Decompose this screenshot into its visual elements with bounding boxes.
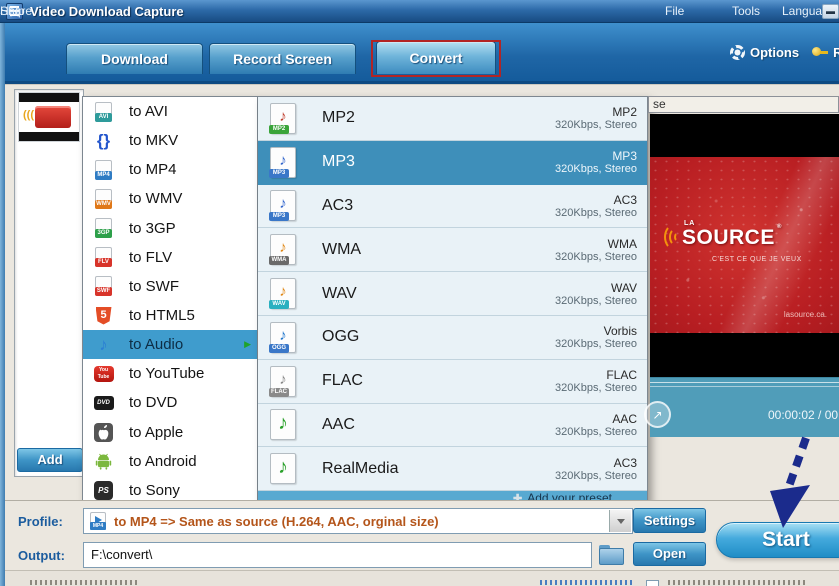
- settings-button[interactable]: Settings: [633, 508, 706, 533]
- format-menu-item-to-3gp[interactable]: 3GP to 3GP: [83, 214, 257, 243]
- bottom-panel: Profile: to MP4 => Same as source (H.264…: [5, 500, 839, 570]
- profile-value: to MP4 => Same as source (H.264, AAC, or…: [114, 514, 439, 529]
- preview-header: se: [648, 96, 839, 113]
- menu-file[interactable]: File: [665, 0, 684, 22]
- clipped-checkbox[interactable]: [646, 580, 659, 586]
- flac-file-icon: ♪ FLAC: [270, 366, 296, 397]
- format-menu-item-to-youtube[interactable]: YouTube to YouTube: [83, 359, 257, 388]
- video-preview[interactable]: LASOURCE® C'EST CE QUE JE VEUX lasource.…: [650, 114, 839, 377]
- options-button[interactable]: Options: [750, 45, 799, 60]
- video-frame: LASOURCE® C'EST CE QUE JE VEUX lasource.…: [650, 157, 839, 333]
- signal-arcs-icon: (((: [23, 109, 35, 125]
- format-menu-item-to-apple[interactable]: to Apple: [83, 418, 257, 447]
- preset-item-mp3[interactable]: ♪ MP3 MP3 MP3 320Kbps, Stereo: [258, 141, 647, 185]
- submenu-arrow-icon: ▶: [244, 339, 251, 350]
- format-menu-item-to-mkv[interactable]: {} to MKV: [83, 126, 257, 155]
- open-button[interactable]: Open: [633, 542, 706, 566]
- format-menu-item-to-swf[interactable]: SWF to SWF: [83, 272, 257, 301]
- preset-item-realmedia[interactable]: ♪ RealMedia AC3 320Kbps, Stereo: [258, 447, 647, 491]
- ac3-file-icon: ♪ MP3: [270, 190, 296, 221]
- source-arcs-icon: [664, 220, 680, 254]
- 3gp-file-icon: 3GP: [93, 218, 114, 239]
- preset-item-wav[interactable]: ♪ WAV WAV WAV 320Kbps, Stereo: [258, 272, 647, 316]
- wav-file-icon: ♪ WAV: [270, 278, 296, 309]
- format-menu: AVI to AVI {} to MKV MP4 to MP4 WMV to W…: [82, 96, 258, 506]
- playback-timestamp: 00:00:02 / 00:0: [768, 408, 839, 422]
- swf-file-icon: SWF: [93, 276, 114, 297]
- clipped-link-text: [540, 580, 635, 585]
- android-icon: [93, 451, 114, 472]
- audio-preset-menu: ♪ MP2 MP2 MP2 320Kbps, Stereo ♪ MP3 MP3 …: [258, 96, 648, 506]
- chevron-down-icon[interactable]: [609, 510, 631, 532]
- brand-slogan: C'EST CE QUE JE VEUX: [712, 256, 802, 263]
- format-menu-item-to-dvd[interactable]: DVD to DVD: [83, 388, 257, 417]
- folder-browse-icon[interactable]: [599, 545, 623, 564]
- mkv-braces-icon: {}: [93, 130, 114, 151]
- app-title: Video Download Capture: [30, 0, 184, 23]
- apple-icon: [93, 422, 114, 443]
- format-menu-item-to-mp4[interactable]: MP4 to MP4: [83, 155, 257, 184]
- avi-file-icon: AVI: [93, 101, 114, 122]
- start-button[interactable]: Start: [716, 522, 839, 558]
- wma-file-icon: ♪ WMA: [270, 234, 296, 265]
- preset-item-ogg[interactable]: ♪ OGG OGG Vorbis 320Kbps, Stereo: [258, 316, 647, 360]
- preset-item-wma[interactable]: ♪ WMA WMA WMA 320Kbps, Stereo: [258, 228, 647, 272]
- format-menu-item-to-android[interactable]: to Android: [83, 447, 257, 476]
- format-menu-item-to-avi[interactable]: AVI to AVI: [83, 97, 257, 126]
- html5-shield-icon: 5: [93, 305, 114, 326]
- register-button-partial[interactable]: R: [833, 45, 839, 60]
- menu-tools[interactable]: Tools: [732, 0, 760, 22]
- gear-icon: [730, 45, 745, 60]
- tab-record-screen[interactable]: Record Screen: [209, 43, 356, 74]
- dvd-icon: DVD: [93, 392, 114, 413]
- format-menu-item-to-flv[interactable]: FLV to FLV: [83, 243, 257, 272]
- tab-convert[interactable]: Convert: [376, 41, 496, 74]
- format-menu-item-to-wmv[interactable]: WMV to WMV: [83, 184, 257, 213]
- preset-item-flac[interactable]: ♪ FLAC FLAC FLAC 320Kbps, Stereo: [258, 360, 647, 404]
- flv-file-icon: FLV: [93, 247, 114, 268]
- ogg-file-icon: ♪ OGG: [270, 322, 296, 353]
- profile-label: Profile:: [18, 514, 78, 529]
- clipped-status-text: [30, 580, 140, 585]
- camera-image: [35, 106, 71, 128]
- preset-item-aac[interactable]: ♪ AAC AAC 320Kbps, Stereo: [258, 404, 647, 448]
- realmedia-file-icon: ♪: [270, 453, 296, 484]
- toolbar: Download Record Screen Convert Options R: [0, 23, 839, 84]
- preset-item-ac3[interactable]: ♪ MP3 AC3 AC3 320Kbps, Stereo: [258, 185, 647, 229]
- watermark-text: lasource.ca.: [784, 310, 827, 319]
- mp4-profile-icon: [90, 512, 106, 530]
- wmv-file-icon: WMV: [93, 188, 114, 209]
- expand-icon[interactable]: ↗: [644, 401, 671, 428]
- add-video-button[interactable]: Add: [17, 448, 83, 472]
- menu-help[interactable]: Help: [0, 0, 25, 22]
- tab-download[interactable]: Download: [66, 43, 203, 74]
- sony-playstation-icon: PS: [93, 480, 114, 501]
- mp4-file-icon: MP4: [93, 159, 114, 180]
- format-menu-item-to-html5[interactable]: 5 to HTML5: [83, 301, 257, 330]
- title-bar: Video Download Capture File Tools Langua…: [0, 0, 839, 23]
- brand-logo: LASOURCE®: [682, 227, 775, 248]
- playback-control-bar: ↗ 00:00:02 / 00:0: [650, 377, 839, 437]
- status-bar-clipped: [5, 570, 839, 586]
- aac-file-icon: ♪: [270, 409, 296, 440]
- preset-item-mp2[interactable]: ♪ MP2 MP2 MP2 320Kbps, Stereo: [258, 97, 647, 141]
- youtube-icon: YouTube: [93, 363, 114, 384]
- mp2-file-icon: ♪ MP2: [270, 103, 296, 134]
- mp3-file-icon: ♪ MP3: [270, 147, 296, 178]
- minimize-button[interactable]: ▬: [822, 4, 839, 19]
- output-label: Output:: [18, 548, 78, 563]
- register-key-icon: [812, 47, 828, 57]
- clipped-option-text: [668, 580, 808, 585]
- output-path-input[interactable]: F:\convert\: [83, 542, 592, 568]
- media-list-panel[interactable]: (((: [14, 89, 84, 477]
- profile-dropdown[interactable]: to MP4 => Same as source (H.264, AAC, or…: [83, 508, 633, 534]
- audio-note-icon: ♪: [93, 334, 114, 355]
- preview-header-text: se: [653, 97, 666, 111]
- video-thumbnail[interactable]: (((: [18, 92, 80, 142]
- format-menu-item-to-audio[interactable]: ♪ to Audio ▶: [83, 330, 257, 359]
